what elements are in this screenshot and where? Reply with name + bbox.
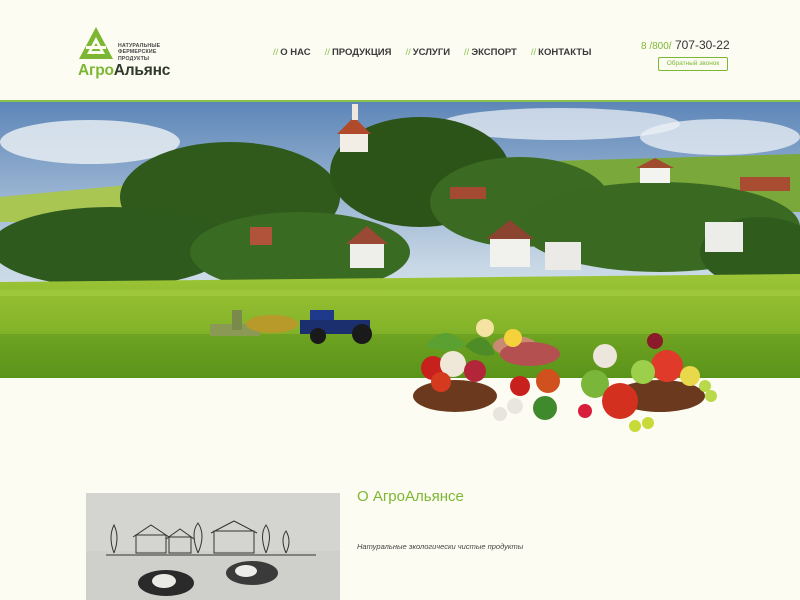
nav-item-label: УСЛУГИ bbox=[412, 47, 451, 58]
nav-item-products[interactable]: //ПРОДУКЦИЯ bbox=[325, 47, 392, 58]
logo-name-alliance: Альянс bbox=[113, 62, 171, 79]
about-subtitle: Натуральные экологически чистые продукты bbox=[357, 542, 524, 551]
phone-prefix: 8 /800/ bbox=[641, 41, 672, 52]
phone-digits: 707-30-22 bbox=[674, 38, 730, 52]
farm-sketch-image bbox=[86, 493, 340, 600]
logo-name-agro: Агро bbox=[78, 62, 114, 79]
nav-item-export[interactable]: //ЭКСПОРТ bbox=[464, 47, 517, 58]
about-farm-illustration bbox=[86, 493, 340, 600]
logo-tagline: НАТУРАЛЬНЫЕ ФЕРМЕРСКИЕ ПРОДУКТЫ bbox=[118, 43, 178, 62]
nav-item-label: О НАС bbox=[280, 47, 311, 58]
nav-separator: // bbox=[405, 47, 411, 58]
logo-tagline-line: ПРОДУКТЫ bbox=[118, 55, 150, 62]
nav-item-label: ПРОДУКЦИЯ bbox=[331, 47, 392, 58]
nav-separator: // bbox=[324, 47, 330, 58]
nav-item-label: ЭКСПОРТ bbox=[471, 47, 517, 58]
logo[interactable]: НАТУРАЛЬНЫЕ ФЕРМЕРСКИЕ ПРОДУКТЫ АгроАлья… bbox=[78, 26, 188, 82]
main-nav: //О НАС //ПРОДУКЦИЯ //УСЛУГИ //ЭКСПОРТ /… bbox=[273, 47, 591, 58]
nav-item-label: КОНТАКТЫ bbox=[538, 47, 592, 58]
logo-name: АгроАльянс bbox=[78, 62, 170, 80]
nav-item-services[interactable]: //УСЛУГИ bbox=[405, 47, 450, 58]
about-title: О АгроАльянсе bbox=[357, 488, 464, 505]
logo-mark-icon bbox=[79, 27, 113, 59]
produce-baskets-image bbox=[413, 319, 717, 432]
nav-item-contacts[interactable]: //КОНТАКТЫ bbox=[531, 47, 592, 58]
phone-number[interactable]: 8 /800/ 707-30-22 bbox=[641, 38, 730, 52]
callback-button[interactable]: Обратный звонок bbox=[658, 57, 728, 71]
nav-separator: // bbox=[530, 47, 537, 58]
nav-separator: // bbox=[464, 47, 470, 58]
site-header: НАТУРАЛЬНЫЕ ФЕРМЕРСКИЕ ПРОДУКТЫ АгроАлья… bbox=[0, 0, 800, 101]
nav-separator: // bbox=[273, 47, 279, 58]
nav-item-about[interactable]: //О НАС bbox=[273, 47, 311, 58]
